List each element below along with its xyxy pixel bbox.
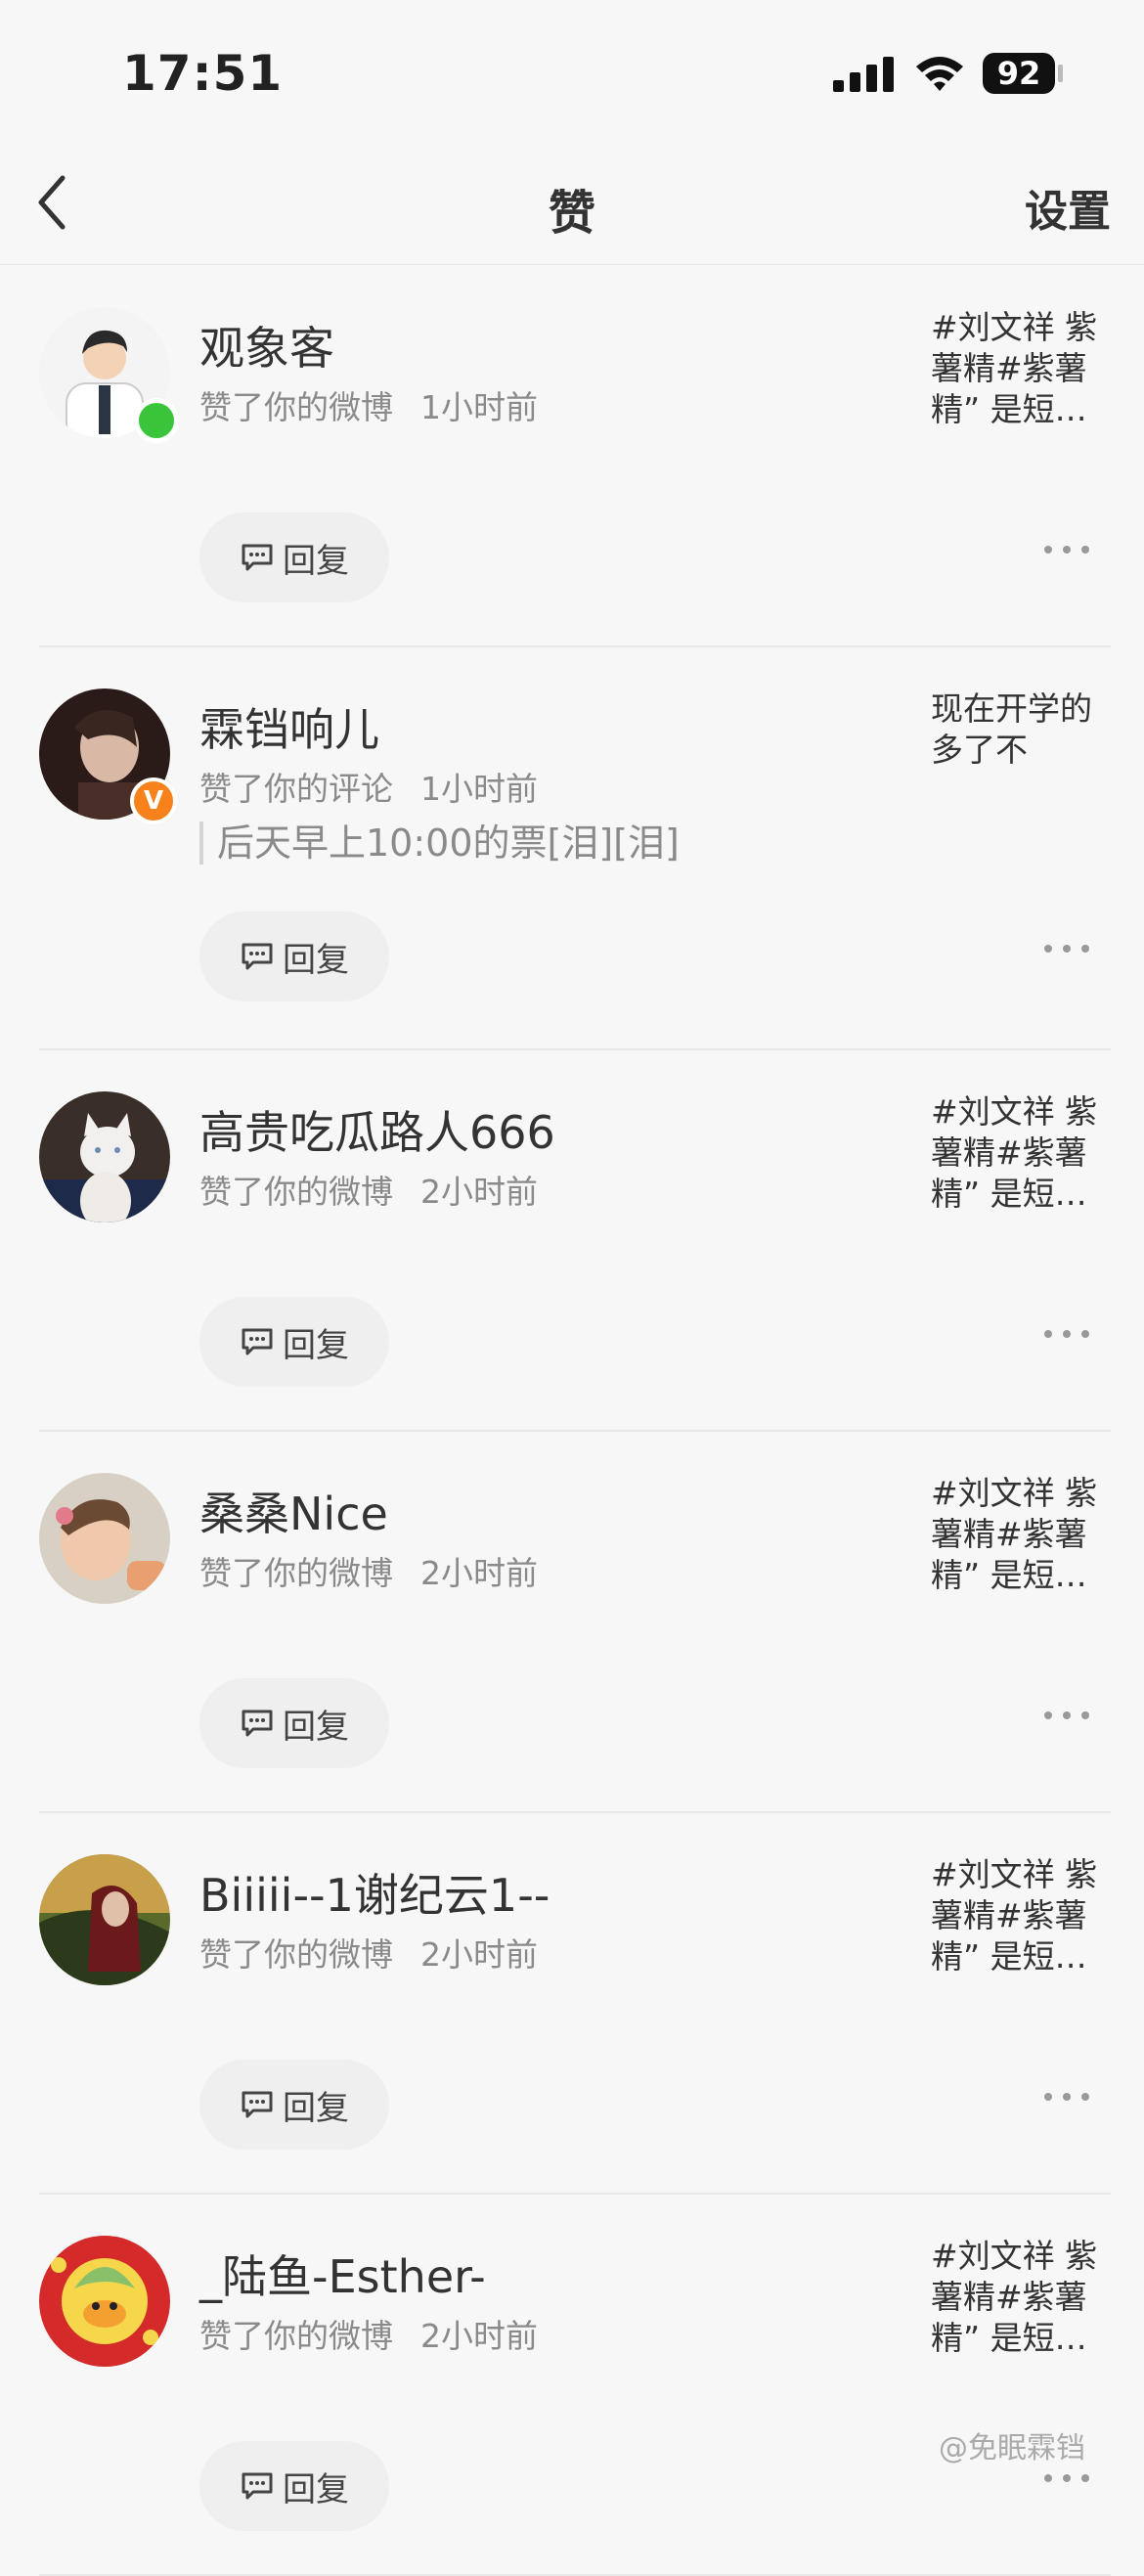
like-action: 赞了你的微博 xyxy=(199,388,393,426)
page-title: 赞 xyxy=(548,186,595,241)
reply-button[interactable]: 回复 xyxy=(199,1678,389,1768)
reply-label: 回复 xyxy=(283,541,349,581)
reply-label: 回复 xyxy=(283,1325,349,1365)
status-time: 17:51 xyxy=(122,45,284,102)
status-bar: 17:51 92 xyxy=(0,0,1144,147)
like-time: 2小时前 xyxy=(420,1554,538,1592)
more-options-icon[interactable] xyxy=(1044,540,1089,559)
list-item[interactable]: _陆鱼-Esther- 赞了你的微博 2小时前 #刘文祥 紫薯精#紫薯精” 是短…… xyxy=(39,2195,1111,2576)
reply-button[interactable]: 回复 xyxy=(199,1297,389,1387)
wifi-icon xyxy=(916,57,963,91)
more-options-icon[interactable] xyxy=(1044,2468,1089,2488)
post-preview[interactable]: #刘文祥 紫薯精#紫薯精” 是短… xyxy=(931,2236,1103,2359)
list-item[interactable]: 高贵吃瓜路人666 赞了你的微博 2小时前 #刘文祥 紫薯精#紫薯精” 是短… 回… xyxy=(39,1050,1111,1432)
like-action: 赞了你的微博 xyxy=(199,1173,393,1211)
comment-icon xyxy=(242,544,273,571)
like-time: 2小时前 xyxy=(420,1935,538,1974)
reply-button[interactable]: 回复 xyxy=(199,911,389,1001)
user-name[interactable]: 桑桑Nice xyxy=(199,1479,388,1543)
like-meta: 赞了你的微博 2小时前 xyxy=(199,2310,538,2357)
like-time: 1小时前 xyxy=(420,770,538,808)
more-options-icon[interactable] xyxy=(1044,939,1089,958)
list-item[interactable]: 桑桑Nice 赞了你的微博 2小时前 #刘文祥 紫薯精#紫薯精” 是短… 回复 xyxy=(39,1432,1111,1813)
reply-button[interactable]: 回复 xyxy=(199,2060,389,2150)
user-name[interactable]: 高贵吃瓜路人666 xyxy=(199,1097,555,1162)
watermark: @免眠霖铛 xyxy=(939,2431,1085,2465)
list-item[interactable]: Biiiii--1谢纪云1-- 赞了你的微博 2小时前 #刘文祥 紫薯精#紫薯精”… xyxy=(39,1813,1111,2195)
like-meta: 赞了你的微博 1小时前 xyxy=(199,381,538,428)
like-action: 赞了你的微博 xyxy=(199,1935,393,1974)
more-options-icon[interactable] xyxy=(1044,2087,1089,2107)
reply-label: 回复 xyxy=(283,2088,349,2128)
comment-icon xyxy=(242,2091,273,2118)
battery-indicator: 92 xyxy=(983,53,1055,94)
comment-icon xyxy=(242,2472,273,2500)
user-name[interactable]: Biiiii--1谢纪云1-- xyxy=(199,1860,550,1925)
list-item[interactable]: V 霖铛响儿 赞了你的评论 1小时前 后天早上10:00的票[泪][泪] 现在开学… xyxy=(39,647,1111,1050)
user-name[interactable]: _陆鱼-Esther- xyxy=(199,2242,486,2306)
comment-icon xyxy=(242,1328,273,1355)
reply-button[interactable]: 回复 xyxy=(199,512,389,602)
avatar[interactable] xyxy=(39,1091,170,1222)
like-time: 2小时前 xyxy=(420,1173,538,1211)
nav-bar: 赞 设置 xyxy=(0,147,1144,265)
more-options-icon[interactable] xyxy=(1044,1706,1089,1725)
comment-icon xyxy=(242,943,273,970)
reply-label: 回复 xyxy=(283,940,349,980)
like-time: 2小时前 xyxy=(420,2317,538,2355)
like-meta: 赞了你的微博 2小时前 xyxy=(199,1929,538,1976)
avatar[interactable] xyxy=(39,2236,170,2367)
more-options-icon[interactable] xyxy=(1044,1324,1089,1344)
like-action: 赞了你的评论 xyxy=(199,770,393,808)
verified-badge: V xyxy=(130,777,177,824)
liked-comment-quote[interactable]: 后天早上10:00的票[泪][泪] xyxy=(199,822,680,865)
user-name[interactable]: 霖铛响儿 xyxy=(199,694,379,759)
likes-list: 观象客 赞了你的微博 1小时前 #刘文祥 紫薯精#紫薯精” 是短… 回复 V 霖铛… xyxy=(0,266,1144,2576)
avatar[interactable] xyxy=(39,1473,170,1604)
like-time: 1小时前 xyxy=(420,388,538,426)
like-action: 赞了你的微博 xyxy=(199,1554,393,1592)
post-preview[interactable]: #刘文祥 紫薯精#紫薯精” 是短… xyxy=(931,307,1103,430)
comment-icon xyxy=(242,1710,273,1737)
like-meta: 赞了你的微博 2小时前 xyxy=(199,1547,538,1594)
settings-button[interactable]: 设置 xyxy=(1025,176,1111,239)
reply-label: 回复 xyxy=(283,2469,349,2509)
like-action: 赞了你的微博 xyxy=(199,2317,393,2355)
battery-tip xyxy=(1058,65,1063,82)
cellular-signal-icon xyxy=(833,57,894,92)
list-item[interactable]: 观象客 赞了你的微博 1小时前 #刘文祥 紫薯精#紫薯精” 是短… 回复 xyxy=(39,266,1111,647)
post-preview[interactable]: 现在开学的多了不 xyxy=(931,688,1103,771)
post-preview[interactable]: #刘文祥 紫薯精#紫薯精” 是短… xyxy=(931,1091,1103,1215)
user-name[interactable]: 观象客 xyxy=(199,313,334,378)
reply-button[interactable]: 回复 xyxy=(199,2441,389,2531)
like-meta: 赞了你的微博 2小时前 xyxy=(199,1166,538,1213)
avatar[interactable] xyxy=(39,1854,170,1985)
post-preview[interactable]: #刘文祥 紫薯精#紫薯精” 是短… xyxy=(931,1473,1103,1596)
post-preview[interactable]: #刘文祥 紫薯精#紫薯精” 是短… xyxy=(931,1854,1103,1977)
reply-label: 回复 xyxy=(283,1707,349,1747)
like-meta: 赞了你的评论 1小时前 xyxy=(199,763,538,810)
online-status-badge xyxy=(134,398,179,443)
